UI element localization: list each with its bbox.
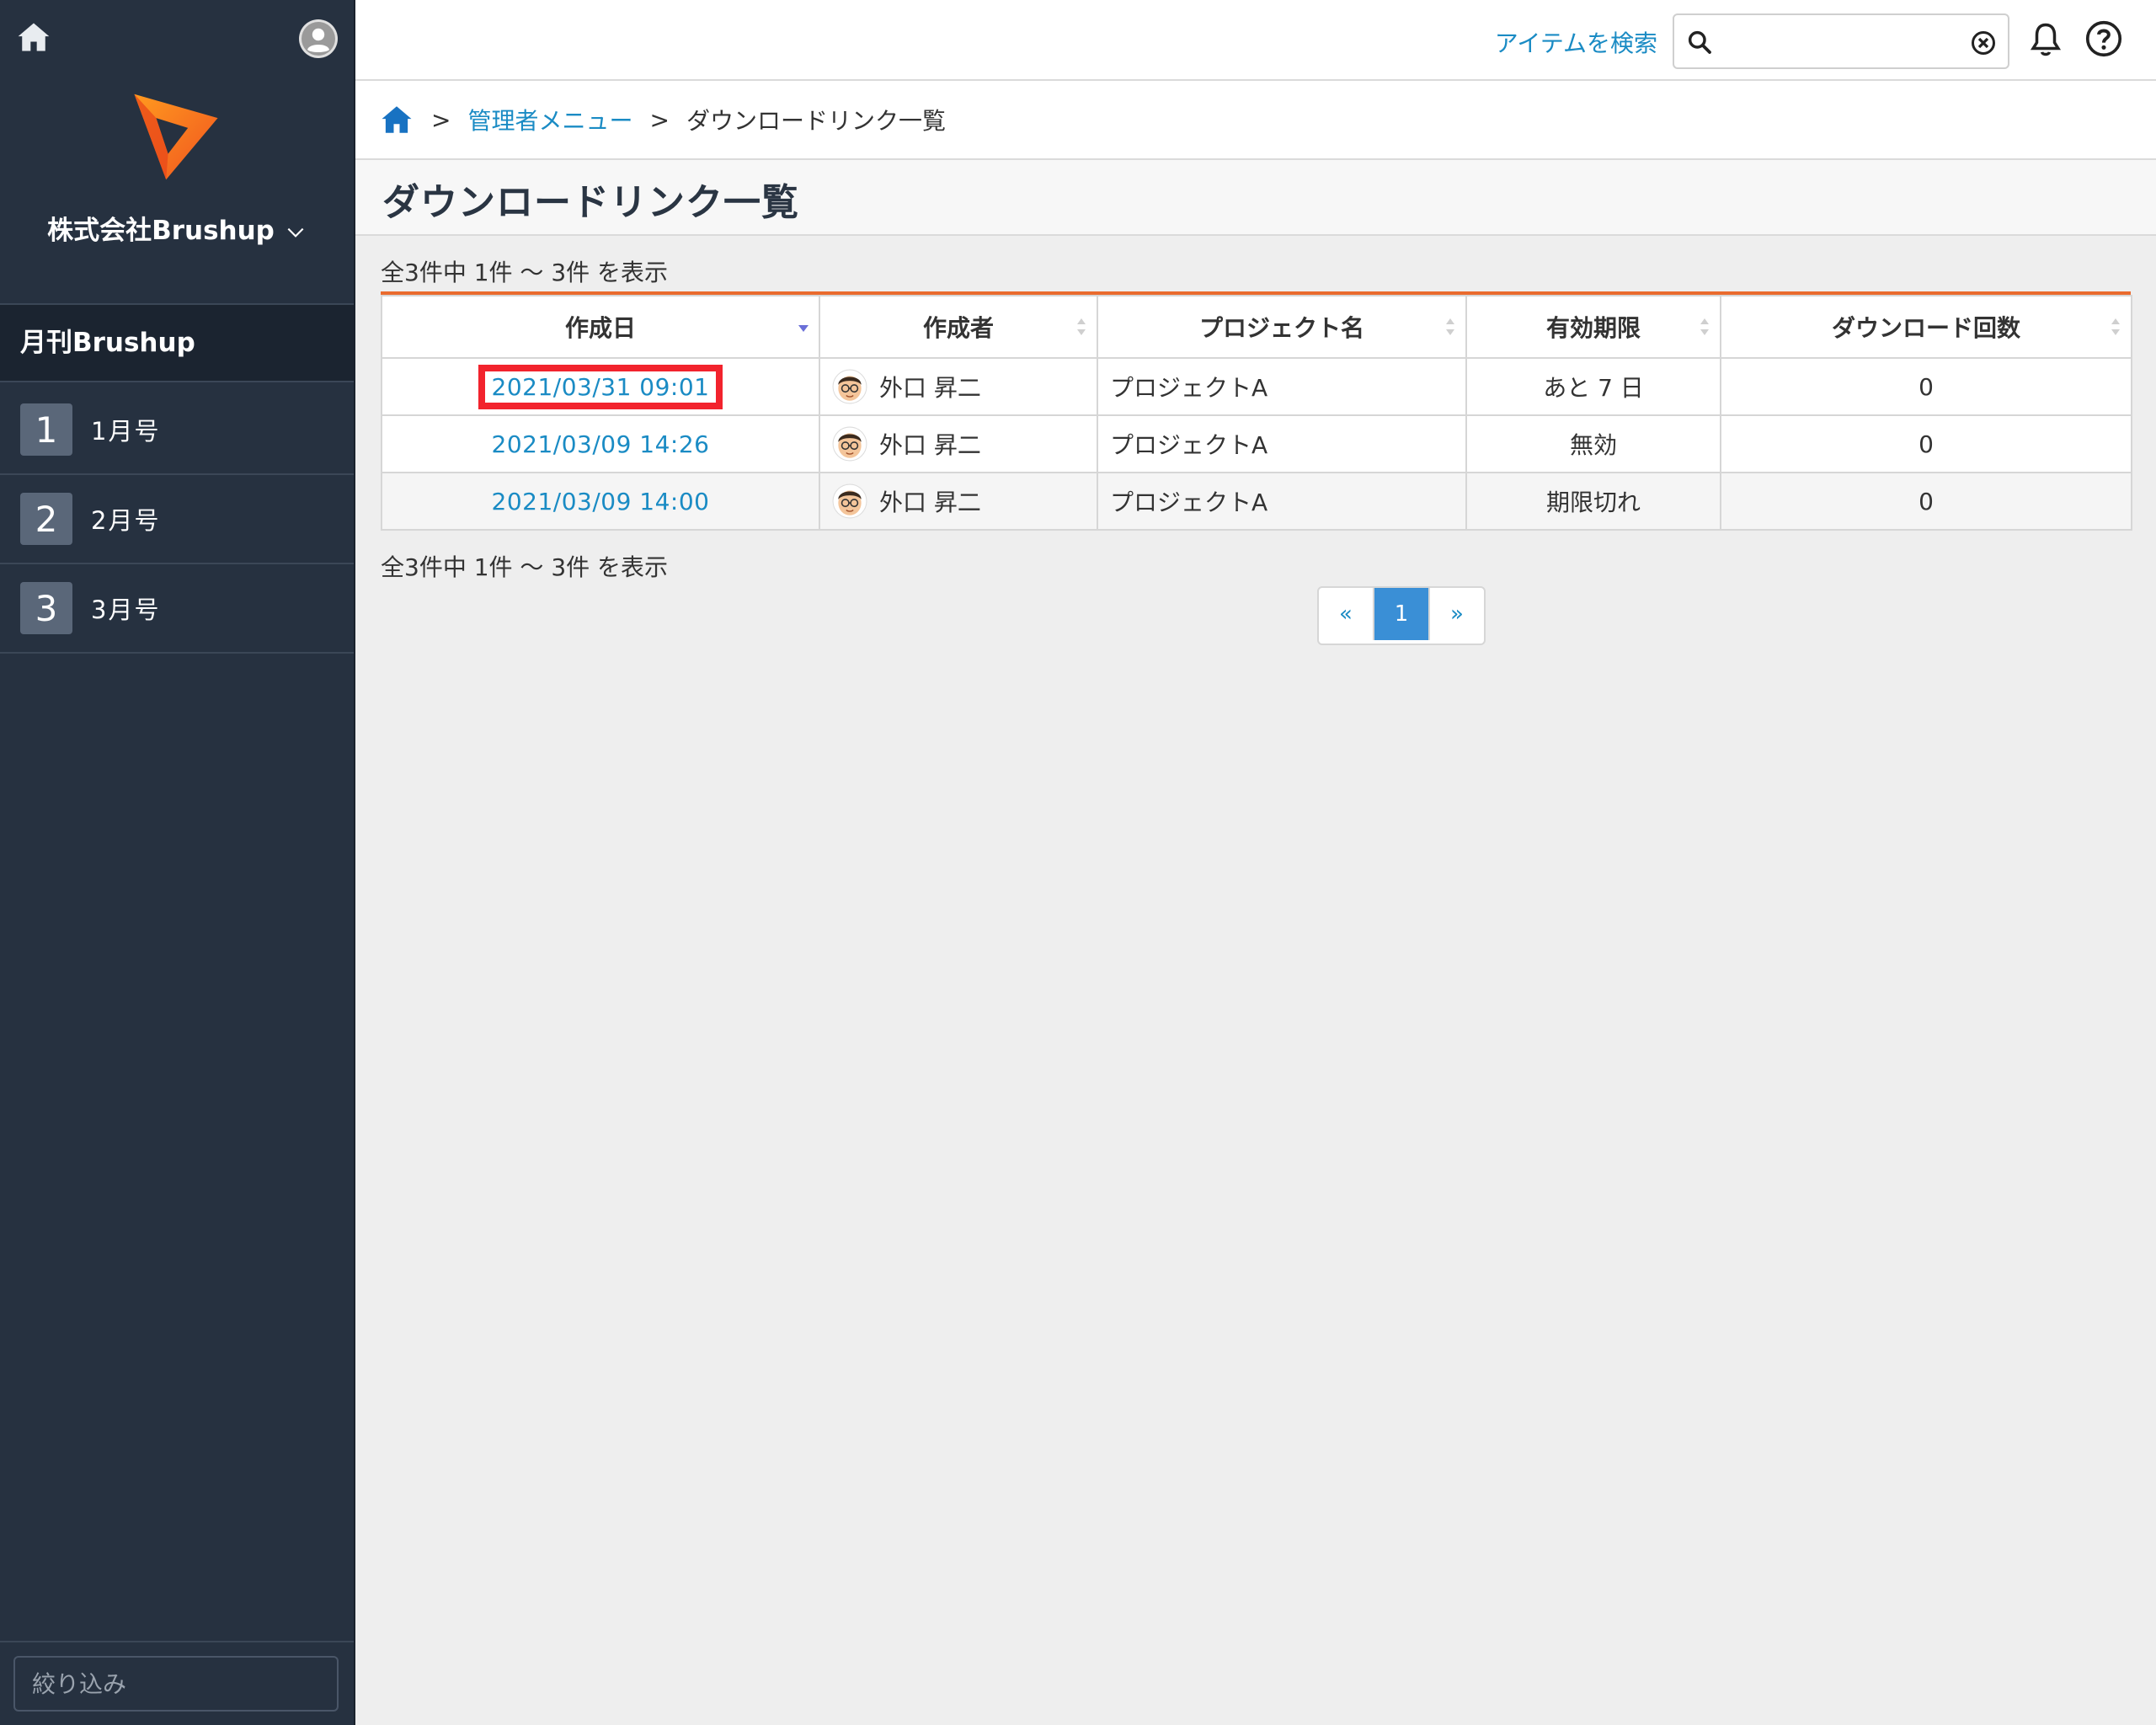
creator-avatar xyxy=(832,483,867,519)
creator-name: 外口 昇二 xyxy=(879,489,981,516)
breadcrumb-separator: > xyxy=(649,105,670,134)
table-row: 2021/03/09 14:26 外口 昇二 プロジェクトA 無効 0 xyxy=(381,414,2132,473)
creator-name: 外口 昇二 xyxy=(879,374,981,402)
creator-name: 外口 昇二 xyxy=(879,431,981,459)
issue-list: 1 1月号 2 2月号 3 3月号 xyxy=(0,386,354,654)
pagination-next-button[interactable]: » xyxy=(1430,588,1484,640)
filter-area xyxy=(0,1641,354,1725)
breadcrumb: > 管理者メニュー > ダウンロードリンク一覧 xyxy=(355,81,2156,160)
home-icon[interactable] xyxy=(15,19,52,56)
search-icon xyxy=(1688,30,1711,54)
chevron-down-icon xyxy=(287,227,304,238)
table-row: 2021/03/31 09:01 外口 昇二 プロジェクトA あと 7 日 0 xyxy=(381,357,2132,416)
sort-icon xyxy=(1077,318,1086,335)
filter-input[interactable] xyxy=(13,1656,339,1712)
sidebar: 株式会社Brushup 月刊Brushup 1 1月号 2 2月号 3 3月号 xyxy=(0,0,354,1725)
cell-expiry: 期限切れ xyxy=(1465,472,1721,531)
highlight-annotation: 2021/03/31 09:01 xyxy=(478,364,723,409)
breadcrumb-admin-menu-link[interactable]: 管理者メニュー xyxy=(467,103,632,136)
top-bar: アイテムを検索 xyxy=(355,0,2156,81)
issue-label: 2月号 xyxy=(91,506,161,535)
column-header-created-date[interactable]: 作成日 xyxy=(381,295,820,359)
created-date-link[interactable]: 2021/03/09 14:00 xyxy=(492,488,710,515)
search-box xyxy=(1673,13,2009,69)
clear-search-icon[interactable] xyxy=(1971,30,1996,56)
creator-avatar xyxy=(832,426,867,462)
issue-label: 1月号 xyxy=(91,417,161,446)
notification-bell-icon[interactable] xyxy=(2028,20,2063,59)
user-avatar-icon[interactable] xyxy=(298,19,339,59)
cell-created-date: 2021/03/09 14:00 xyxy=(381,472,820,531)
cell-project-name: プロジェクトA xyxy=(1097,472,1467,531)
table-header-row: 作成日 作成者 プロジェクト名 有効期限 ダウンロード回数 xyxy=(381,295,2132,359)
sidebar-divider xyxy=(354,0,355,1725)
cell-expiry: あと 7 日 xyxy=(1465,357,1721,416)
sidebar-item-issue-1[interactable]: 1 1月号 xyxy=(0,386,354,475)
column-header-creator[interactable]: 作成者 xyxy=(819,295,1098,359)
issue-label: 3月号 xyxy=(91,595,161,624)
column-header-download-count[interactable]: ダウンロード回数 xyxy=(1720,295,2132,359)
column-header-expiry[interactable]: 有効期限 xyxy=(1465,295,1721,359)
cell-creator: 外口 昇二 xyxy=(819,357,1098,416)
cell-download-count: 0 xyxy=(1720,472,2132,531)
page-title-bar: ダウンロードリンク一覧 xyxy=(355,160,2156,236)
pagination-page-1[interactable]: 1 xyxy=(1374,588,1430,640)
sort-icon xyxy=(2111,318,2120,335)
created-date-link[interactable]: 2021/03/09 14:26 xyxy=(492,430,710,458)
result-summary-bottom: 全3件中 1件 〜 3件 を表示 xyxy=(381,553,669,581)
cell-download-count: 0 xyxy=(1720,414,2132,473)
breadcrumb-current: ダウンロードリンク一覧 xyxy=(686,107,946,135)
search-input[interactable] xyxy=(1721,22,1961,62)
issue-number-badge: 3 xyxy=(20,582,72,634)
sort-desc-icon xyxy=(798,325,808,332)
cell-creator: 外口 昇二 xyxy=(819,472,1098,531)
issue-number-badge: 1 xyxy=(20,403,72,456)
search-items-link[interactable]: アイテムを検索 xyxy=(1495,25,1657,59)
cell-expiry: 無効 xyxy=(1465,414,1721,473)
page-title: ダウンロードリンク一覧 xyxy=(382,181,799,224)
cell-created-date: 2021/03/09 14:26 xyxy=(381,414,820,473)
sort-icon xyxy=(1446,318,1454,335)
cell-download-count: 0 xyxy=(1720,357,2132,416)
sidebar-item-issue-3[interactable]: 3 3月号 xyxy=(0,564,354,654)
brushup-logo xyxy=(134,93,218,180)
sort-icon xyxy=(1700,318,1709,335)
help-icon[interactable] xyxy=(2085,20,2122,57)
cell-creator: 外口 昇二 xyxy=(819,414,1098,473)
column-header-project-name[interactable]: プロジェクト名 xyxy=(1097,295,1467,359)
sidebar-item-issue-2[interactable]: 2 2月号 xyxy=(0,475,354,564)
result-summary-top: 全3件中 1件 〜 3件 を表示 xyxy=(381,259,669,286)
cell-created-date: 2021/03/31 09:01 xyxy=(381,357,820,416)
breadcrumb-home-icon[interactable] xyxy=(379,102,414,137)
breadcrumb-separator: > xyxy=(431,105,451,134)
project-name[interactable]: 月刊Brushup xyxy=(0,303,354,382)
sidebar-header: 株式会社Brushup xyxy=(0,0,354,303)
table-row: 2021/03/09 14:00 外口 昇二 プロジェクトA 期限切れ 0 xyxy=(381,472,2132,531)
pagination-prev-button[interactable]: « xyxy=(1319,588,1374,640)
download-links-table: 作成日 作成者 プロジェクト名 有効期限 ダウンロード回数 2021/03/31… xyxy=(381,291,2132,531)
created-date-link[interactable]: 2021/03/31 09:01 xyxy=(492,373,710,401)
creator-avatar xyxy=(832,369,867,404)
pagination: « 1 » xyxy=(1317,586,1486,645)
org-name: 株式会社Brushup xyxy=(47,216,275,246)
cell-project-name: プロジェクトA xyxy=(1097,357,1467,416)
issue-number-badge: 2 xyxy=(20,493,72,545)
org-switcher[interactable]: 株式会社Brushup xyxy=(0,209,354,247)
cell-project-name: プロジェクトA xyxy=(1097,414,1467,473)
